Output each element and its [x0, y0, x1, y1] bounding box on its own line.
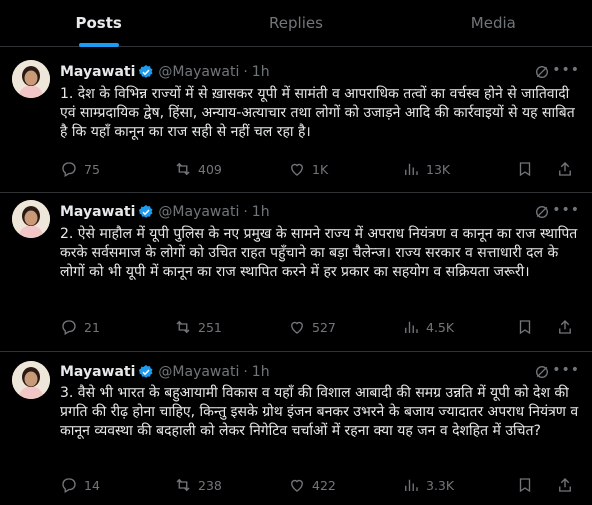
repost-icon [176, 320, 190, 334]
timestamp[interactable]: 1h [252, 364, 270, 380]
handle[interactable]: @Mayawati [158, 364, 239, 380]
repost-button[interactable]: 238 [174, 476, 254, 494]
bookmark-icon[interactable] [516, 476, 534, 494]
share-icon[interactable] [556, 160, 574, 178]
grok-icon[interactable] [534, 64, 550, 84]
repost-count: 409 [198, 161, 222, 177]
tweet-text: 3. वैसे भी भारत के बहुआयामी विकास व यहाँ… [60, 385, 579, 439]
tab-label: Media [470, 14, 516, 32]
repost-count: 251 [198, 319, 222, 335]
reply-count: 14 [84, 477, 100, 493]
verified-badge-icon [138, 364, 154, 380]
reply-icon [62, 162, 76, 177]
like-button[interactable]: 422 [288, 476, 368, 494]
profile-tabs: Posts Replies Media [0, 0, 592, 47]
handle[interactable]: @Mayawati [158, 64, 239, 80]
bookmark-icon[interactable] [516, 318, 534, 336]
tab-posts[interactable]: Posts [0, 0, 197, 47]
share-icon[interactable] [556, 476, 574, 494]
tab-label: Replies [269, 14, 323, 32]
tweet-header: Mayawati @Mayawati · 1h [60, 362, 270, 382]
repost-icon [176, 162, 190, 176]
share-icon[interactable] [556, 318, 574, 336]
timestamp[interactable]: 1h [252, 64, 270, 80]
more-icon[interactable]: ••• [552, 362, 580, 378]
views-icon [405, 163, 418, 175]
like-icon [291, 479, 303, 492]
views-button[interactable]: 3.3K [402, 476, 482, 494]
repost-icon [176, 478, 190, 492]
views-button[interactable]: 4.5K [402, 318, 482, 336]
reply-button[interactable]: 75 [60, 160, 140, 178]
views-button[interactable]: 13K [402, 160, 482, 178]
verified-badge-icon [138, 64, 154, 80]
handle[interactable]: @Mayawati [158, 204, 239, 220]
tab-replies[interactable]: Replies [197, 0, 394, 46]
display-name[interactable]: Mayawati [60, 204, 135, 220]
view-count: 13K [426, 161, 451, 177]
like-button[interactable]: 527 [288, 318, 368, 336]
reply-button[interactable]: 14 [60, 476, 140, 494]
tab-label: Posts [75, 14, 122, 32]
repost-button[interactable]: 409 [174, 160, 254, 178]
grok-icon[interactable] [534, 204, 550, 224]
tweet-extra-actions [516, 318, 580, 336]
tweet[interactable]: Mayawati @Mayawati · 1h ••• 1. देश के वि… [0, 48, 592, 193]
tweet-extra-actions [516, 476, 580, 494]
avatar-image [12, 60, 50, 98]
view-count: 3.3K [426, 477, 455, 493]
display-name[interactable]: Mayawati [60, 364, 135, 380]
like-icon [291, 163, 303, 176]
repost-count: 238 [198, 477, 222, 493]
tweet[interactable]: Mayawati @Mayawati · 1h ••• 2. ऐसे माहौल… [0, 194, 592, 352]
separator-dot: · [243, 204, 248, 220]
more-icon[interactable]: ••• [552, 202, 580, 218]
avatar[interactable] [12, 361, 50, 399]
avatar[interactable] [12, 60, 50, 98]
tweet-actions: 14 238 422 3.3K [60, 475, 580, 495]
view-count: 4.5K [426, 319, 455, 335]
like-count: 422 [312, 477, 336, 493]
tweet-text: 1. देश के विभिन्न राज्यों में से ख़ासकर … [60, 86, 575, 140]
separator-dot: · [243, 64, 248, 80]
reply-icon [62, 320, 76, 335]
like-button[interactable]: 1K [288, 160, 368, 178]
views-icon [405, 479, 418, 491]
tweet-actions: 75 409 1K 13K [60, 159, 580, 179]
avatar-image [12, 200, 50, 238]
avatar-image [12, 361, 50, 399]
like-count: 527 [312, 319, 336, 335]
more-icon[interactable]: ••• [552, 62, 580, 78]
tweet[interactable]: Mayawati @Mayawati · 1h ••• 3. वैसे भी भ… [0, 353, 592, 505]
like-icon [291, 321, 303, 334]
bookmark-icon[interactable] [516, 160, 534, 178]
like-count: 1K [312, 161, 329, 177]
active-tab-indicator [78, 43, 119, 47]
display-name[interactable]: Mayawati [60, 64, 135, 80]
tweet-header: Mayawati @Mayawati · 1h [60, 62, 270, 82]
verified-badge-icon [138, 204, 154, 220]
reply-icon [62, 478, 76, 493]
tab-media[interactable]: Media [395, 0, 592, 46]
reply-button[interactable]: 21 [60, 318, 140, 336]
separator-dot: · [243, 364, 248, 380]
grok-icon[interactable] [534, 364, 550, 384]
tweet-text: 2. ऐसे माहौल में यूपी पुलिस के नए प्रमुख… [60, 226, 578, 280]
timestamp[interactable]: 1h [252, 204, 270, 220]
tweet-header: Mayawati @Mayawati · 1h [60, 202, 270, 222]
reply-count: 21 [84, 319, 100, 335]
views-icon [405, 321, 418, 333]
repost-button[interactable]: 251 [174, 318, 254, 336]
tweet-actions: 21 251 527 4.5K [60, 317, 580, 337]
avatar[interactable] [12, 200, 50, 238]
reply-count: 75 [84, 161, 100, 177]
tweet-extra-actions [516, 160, 580, 178]
